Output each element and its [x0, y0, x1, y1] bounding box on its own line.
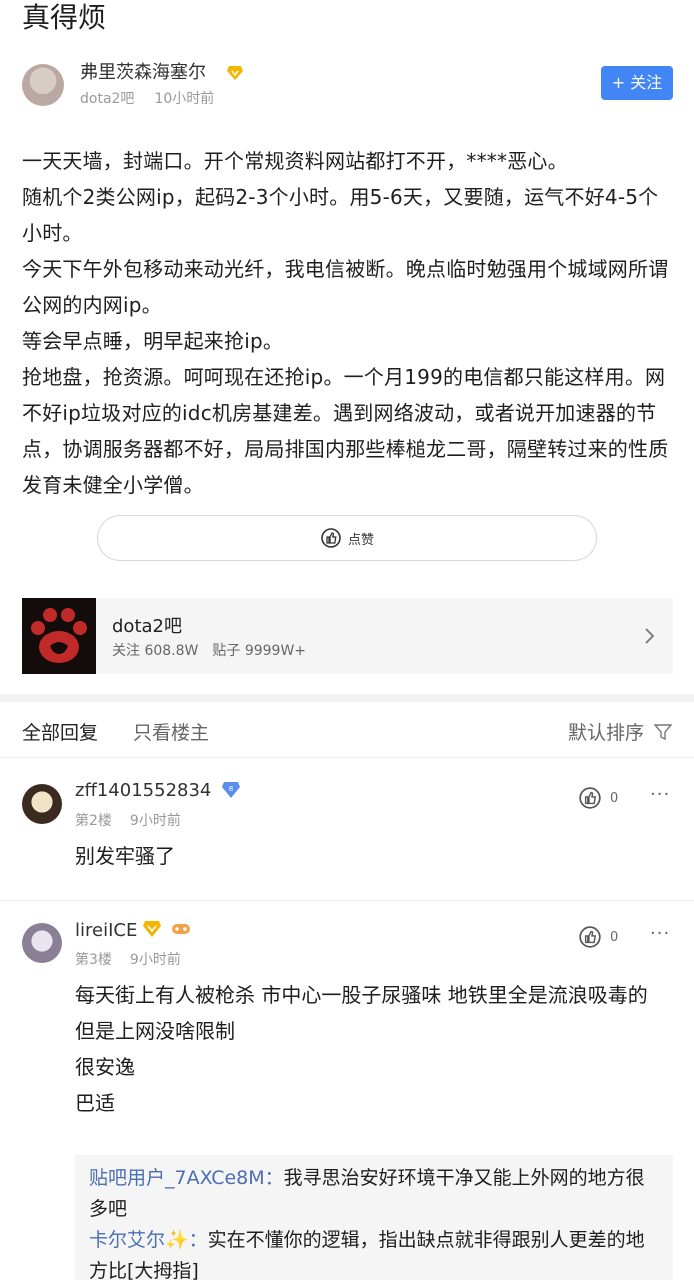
- reply-meta: 第2楼 9小时前: [75, 810, 181, 830]
- reply-like-button[interactable]: 0: [578, 925, 618, 949]
- reply-tabs: 全部回复 只看楼主 默认排序: [0, 702, 694, 758]
- sub-reply: 卡尔艾尔✨：实在不懂你的逻辑，指出缺点就非得跟别人更差的地方比[大拇指]: [89, 1225, 659, 1280]
- author-meta: dota2吧 10小时前: [80, 90, 214, 108]
- reply-floor: 第3楼: [75, 952, 112, 968]
- reply-avatar[interactable]: [22, 784, 62, 824]
- reply-floor: 第2楼: [75, 813, 112, 829]
- like-button[interactable]: 点赞: [97, 515, 597, 561]
- reply-time: 9小时前: [129, 813, 181, 829]
- post-body: 一天天墙，封端口。开个常规资料网站都打不开，****恶心。 随机个2类公网ip，…: [22, 143, 676, 503]
- author-name[interactable]: 弗里茨森海塞尔: [80, 62, 206, 84]
- post-time: 10小时前: [154, 91, 215, 107]
- thumbs-up-icon: [579, 787, 601, 809]
- forum-name: dota2吧: [112, 616, 182, 637]
- reply-paragraph: 每天街上有人被枪杀 市中心一股子尿骚味 地铁里全是流浪吸毒的: [75, 983, 648, 1007]
- tab-all-replies[interactable]: 全部回复: [22, 718, 98, 745]
- diamond-vip-icon: [227, 66, 243, 80]
- reply-paragraph: 很安逸: [75, 1055, 135, 1079]
- reply-paragraph: 但是上网没啥限制: [75, 1019, 235, 1043]
- post-paragraph: 等会早点睡，明早起来抢ip。: [22, 329, 284, 353]
- reply-content: 别发牢骚了: [75, 838, 675, 874]
- sort-label: 默认排序: [567, 722, 644, 744]
- more-options-icon[interactable]: ···: [650, 923, 670, 944]
- post-paragraph: 抢地盘，抢资源。呵呵现在还抢ip。一个月199的电信都只能这样用。网不好ip垃圾…: [22, 365, 669, 497]
- reply-like-button[interactable]: 0: [578, 786, 618, 810]
- post-paragraph: 一天天墙，封端口。开个常规资料网站都打不开，****恶心。: [22, 149, 568, 173]
- forum-stats: 关注 608.8W 贴子 9999W+: [112, 640, 306, 660]
- sub-reply-user[interactable]: 贴吧用户_7AXCe8M：: [89, 1167, 284, 1189]
- reply-content: 每天街上有人被枪杀 市中心一股子尿骚味 地铁里全是流浪吸毒的 但是上网没啥限制 …: [75, 977, 675, 1121]
- chevron-right-icon: [645, 628, 655, 644]
- reply-time: 9小时前: [129, 952, 181, 968]
- post-title: 真得烦: [22, 1, 107, 34]
- forum-posts: 贴子 9999W+: [212, 643, 307, 659]
- diamond-vip-icon: [143, 921, 161, 937]
- more-options-icon[interactable]: ···: [650, 784, 670, 805]
- reply-avatar[interactable]: [22, 923, 62, 963]
- reply-meta: 第3楼 9小时前: [75, 949, 181, 969]
- game-controller-icon: [172, 924, 190, 934]
- sort-button[interactable]: 默认排序: [568, 718, 672, 745]
- sub-reply-user[interactable]: 卡尔艾尔✨：: [89, 1229, 208, 1251]
- forum-card[interactable]: dota2吧 关注 608.8W 贴子 9999W+: [22, 598, 673, 674]
- paw-logo: [22, 598, 96, 674]
- post-paragraph: 今天下午外包移动来动光纤，我电信被断。晚点临时勉强用个城域网所谓公网的内网ip。: [22, 257, 669, 317]
- author-avatar[interactable]: [22, 64, 64, 106]
- filter-icon: [654, 723, 672, 740]
- reply-paragraph: 巴适: [75, 1091, 115, 1115]
- reply-paragraph: 别发牢骚了: [75, 844, 175, 868]
- sub-replies-box[interactable]: 贴吧用户_7AXCe8M：我寻思治安好环境干净又能上外网的地方很多吧 卡尔艾尔✨…: [75, 1155, 673, 1280]
- reply-like-count: 0: [610, 929, 619, 945]
- reply-username[interactable]: zff1401552834: [75, 780, 211, 802]
- reply-username[interactable]: lireiICE: [75, 920, 137, 942]
- thumbs-up-icon: [579, 926, 601, 948]
- svg-text:8: 8: [229, 785, 233, 793]
- post-author-row: 弗里茨森海塞尔 dota2吧 10小时前 + 关注: [22, 62, 673, 110]
- follow-button[interactable]: + 关注: [601, 66, 673, 100]
- forum-followers: 关注 608.8W: [112, 643, 199, 659]
- like-label: 点赞: [347, 532, 374, 548]
- reply-divider: [0, 900, 694, 901]
- author-forum[interactable]: dota2吧: [80, 91, 134, 107]
- tab-op-only[interactable]: 只看楼主: [133, 718, 209, 745]
- reply-like-count: 0: [610, 790, 619, 806]
- section-divider: [0, 694, 694, 702]
- level-badge-icon: 8: [222, 782, 240, 798]
- thumbs-up-icon: [321, 528, 341, 548]
- sub-reply: 贴吧用户_7AXCe8M：我寻思治安好环境干净又能上外网的地方很多吧: [89, 1163, 659, 1225]
- post-paragraph: 随机个2类公网ip，起码2-3个小时。用5-6天，又要随，运气不好4-5个小时。: [22, 185, 659, 245]
